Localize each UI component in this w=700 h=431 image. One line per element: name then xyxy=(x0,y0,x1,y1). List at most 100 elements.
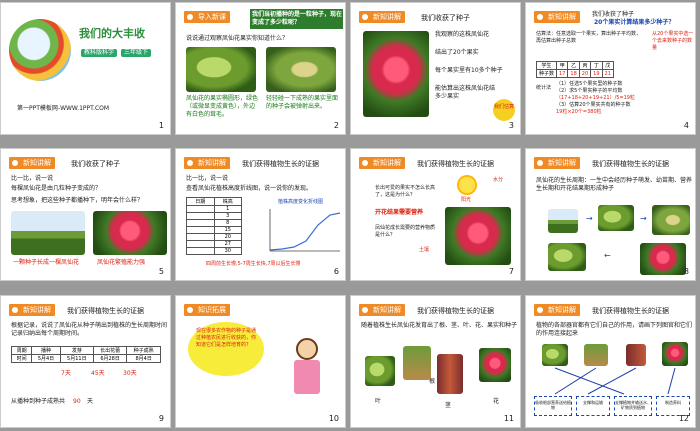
table-cell: 学生 xyxy=(535,61,558,70)
table-cell: 周期 xyxy=(10,346,33,355)
table-cell: 20 xyxy=(213,233,242,241)
chart-title: 植株高度变化折线图 xyxy=(278,199,324,205)
growth-record-table: 周期 播种 发芽 长出花蕾 种子成熟 时间 5月4日 5月11日 6月28日 8月4日 xyxy=(10,346,161,363)
arrow-right-icon: → xyxy=(586,214,593,223)
text-line: 随着植株生长凤仙花发育出了根、茎、叶、花、果实和种子 xyxy=(361,322,518,329)
text-line: 查看凤仙花植株高度折线图，说一说你的发现。 xyxy=(186,185,313,192)
function-box: 制造养料 xyxy=(656,396,690,416)
text-line: 我观察的这株凤仙花 xyxy=(435,31,490,38)
section-tag: 导入新课 xyxy=(184,11,230,23)
slide-number: 10 xyxy=(328,414,339,423)
slide-heading: 我们获得植物生长的证据 xyxy=(417,160,494,168)
slide-number: 8 xyxy=(683,267,689,276)
table-cell: 甲 xyxy=(555,61,569,70)
method-label: 统计法 xyxy=(536,85,552,91)
text-line: 每棵凤仙花是由几粒种子变成的？ xyxy=(11,185,102,192)
soil-label: 土壤 xyxy=(419,247,430,253)
slide-thumbnail-5[interactable]: 新知讲解 我们收获了种子 比一比，说一说 每棵凤仙花是由几粒种子变成的？ 思考想… xyxy=(0,148,171,281)
text-line: 19粒×20个=380粒 xyxy=(556,109,602,115)
girl-head-illustration xyxy=(296,338,318,360)
sprout-photo xyxy=(598,205,634,231)
height-table: 日期 株高 1 3 8 15 20 27 30 xyxy=(186,197,242,255)
slide-thumbnail-1[interactable]: 我们的大丰收 教科版科学 三年级下 第一PPT模板网-WWW.1PPT.COM … xyxy=(0,2,171,135)
slide-thumbnail-8[interactable]: 新知讲解 我们获得植物生长的证据 凤仙花的生长周期：一生中会经历种子萌发、幼苗期… xyxy=(525,148,696,281)
slide-heading: 我们获得植物生长的证据 xyxy=(592,160,669,168)
table-cell: 1 xyxy=(213,205,242,213)
flower-photo xyxy=(479,348,511,382)
table-cell: 播种 xyxy=(31,346,61,355)
text-line: 比一比，说一说 xyxy=(11,175,54,182)
slide-thumbnail-6[interactable]: 新知讲解 我们获得植物生长的证据 比一比，说一说 查看凤仙花植株高度折线图，说一… xyxy=(175,148,346,281)
slide-thumbnail-10[interactable]: 知识拓展 现在很多农作物的种子是通过种植农民进行收获的，你知道它们是怎样培育的？… xyxy=(175,295,346,428)
slide-number: 4 xyxy=(683,121,689,130)
section-tag: 知识拓展 xyxy=(184,304,230,316)
table-cell xyxy=(186,247,215,255)
table-cell: 5月11日 xyxy=(59,354,94,363)
text-line: 思考想象，把这些种子都播种下，明年会什么样？ xyxy=(11,197,144,204)
slide-number: 12 xyxy=(678,414,689,423)
table-cell xyxy=(186,240,215,248)
duration-2: 45天 xyxy=(91,370,105,377)
duration-3: 30天 xyxy=(123,370,137,377)
seedling-photo xyxy=(11,211,85,255)
section-tag: 新知讲解 xyxy=(184,157,230,169)
slide-number: 1 xyxy=(158,121,164,130)
text-line: 能估算出这株凤仙花结多少果实 xyxy=(435,85,496,101)
slide-heading: 我们获得植物生长的证据 xyxy=(417,307,494,315)
text-line: （2）求5个果实种子的平均数 xyxy=(556,88,623,94)
table-cell: 日期 xyxy=(186,197,215,206)
seed-photo xyxy=(548,209,578,233)
text-line: （17+18+20+19+21）/5=19粒 xyxy=(556,95,635,101)
table-cell: 20 xyxy=(578,69,592,78)
stem-label: 茎 xyxy=(445,402,452,409)
section-tag: 新知讲解 xyxy=(359,157,405,169)
slide-thumbnail-4[interactable]: 新知讲解 我们收获了种子 20个果实计算结果多少种子？ 估算法：任意选取一个果实… xyxy=(525,2,696,135)
table-cell: 18 xyxy=(567,69,580,78)
slide-thumbnail-9[interactable]: 新知讲解 我们获得植物生长的证据 根据记录，说说了凤仙花从种子萌出到植株的生长周… xyxy=(0,295,171,428)
table-cell xyxy=(186,212,215,220)
text-line: 每个果实里有10多个种子 xyxy=(435,67,503,74)
estimate-badge-label: 我们估算 xyxy=(493,104,514,110)
slide-thumbnail-11[interactable]: 新知讲解 我们获得植物生长的证据 随着植株生长凤仙花发育出了根、茎、叶、花、果实… xyxy=(350,295,521,428)
text-line: 比一比，说一说 xyxy=(186,175,229,182)
section-tag: 新知讲解 xyxy=(359,304,405,316)
slide-thumbnail-7[interactable]: 新知讲解 我们获得植物生长的证据 长出可爱的果实不怎么长高了，这是为什么？ 开花… xyxy=(350,148,521,281)
caption: 四周前生长慢,5-7周生长快,7周以后生长慢 xyxy=(206,261,301,267)
slide-number: 9 xyxy=(158,414,164,423)
caption-1: 凤仙花的果实椭圆形，绿色（或微显变成黄色），外边有白色的茸毛。 xyxy=(186,95,259,119)
table-cell: 19 xyxy=(590,69,603,78)
function-box: 支撑和运输 xyxy=(576,396,610,416)
lesson-title: 我们的大丰收 xyxy=(79,27,145,40)
text-line: 凤仙花成长需要的营养物质是什么？ xyxy=(375,225,436,238)
growth-line-chart xyxy=(269,209,341,252)
question-text: 20个果实计算结果多少种子？ xyxy=(594,19,675,26)
bubble-text: 现在很多农作物的种子是通过种植农民进行收获的，你知道它们是怎样培育的？ xyxy=(196,328,257,348)
table-cell: 17 xyxy=(555,69,569,78)
caption-2: 凤仙花繁殖能力强 xyxy=(97,259,146,266)
table-cell: 27 xyxy=(213,240,242,248)
function-box: 吸收根部营养送给植物 xyxy=(534,396,572,416)
text-line: 估算法：任意选取一个果实，算出种子平均数， xyxy=(536,31,642,37)
flower-label: 花 xyxy=(493,398,500,405)
slide-thumbnail-12[interactable]: 新知讲解 我们获得植物生长的证据 植物的各部器官都有它们自己的作用，请画下列图官… xyxy=(525,295,696,428)
pod-photo xyxy=(548,243,586,271)
slide-heading: 我们获得植物生长的证据 xyxy=(242,160,319,168)
table-cell: 6月28日 xyxy=(92,354,128,363)
slide-thumbnail-2[interactable]: 导入新课 我们当初播种的是一粒种子，现在变成了多少粒呢？ 说说通过观察凤仙花果实… xyxy=(175,2,346,135)
table-cell: 时间 xyxy=(10,354,33,363)
section-tag: 新知讲解 xyxy=(534,11,580,23)
seed-pod-photo xyxy=(266,47,336,92)
total-label: 从播种到种子成熟共 xyxy=(11,398,66,405)
slide-thumbnail-3[interactable]: 新知讲解 我们收获了种子 我观察的这株凤仙花 结出了20个果实 每个果实里有10… xyxy=(350,2,521,135)
publisher-badge: 教科版科学 xyxy=(81,49,118,58)
text-line: 根据记录，说说了凤仙花从种子萌出到植株的生长周期时间记录归纳出每个周期时间。 xyxy=(11,322,168,338)
slide-number: 5 xyxy=(158,267,164,276)
stem-photo xyxy=(437,354,463,394)
text-line: （3）估算20个果实共有的种子数 xyxy=(556,102,631,108)
text-line: 结出了20个果实 xyxy=(435,49,479,56)
table-cell: 21 xyxy=(601,69,614,78)
note-text: 从20个果实中选一个去来数种子的数量 xyxy=(652,31,694,51)
table-cell: 30 xyxy=(213,247,242,255)
text-line: 长出可爱的果实不怎么长高了，这是为什么？ xyxy=(375,185,436,198)
slide-heading: 我们收获了种子 xyxy=(71,160,120,168)
